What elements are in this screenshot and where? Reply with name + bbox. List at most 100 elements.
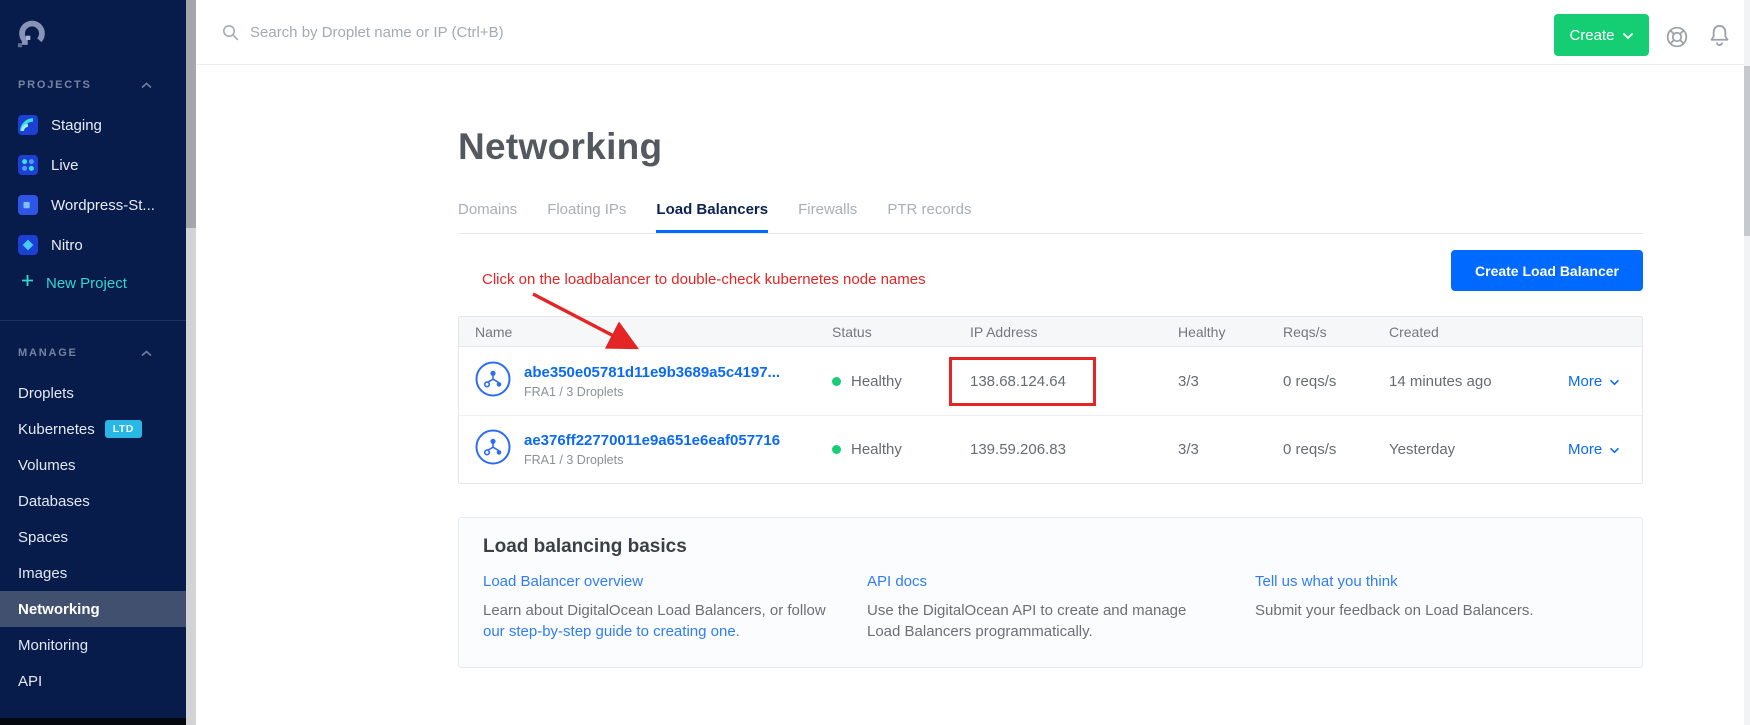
more-menu-button[interactable]: More bbox=[1568, 441, 1642, 458]
sidebar-item-label: API bbox=[18, 673, 42, 690]
create-button-label: Create bbox=[1569, 27, 1614, 44]
status-dot bbox=[832, 377, 841, 386]
status-label: Healthy bbox=[851, 373, 902, 390]
sidebar-item-volumes[interactable]: Volumes bbox=[0, 447, 186, 483]
chevron-up-icon bbox=[141, 76, 152, 94]
load-balancer-sublabel: FRA1 / 3 Droplets bbox=[524, 385, 780, 399]
tab-domains[interactable]: Domains bbox=[458, 201, 517, 233]
table-row[interactable]: abe350e05781d11e9b3689a5c4197... FRA1 / … bbox=[459, 347, 1642, 415]
sidebar-item-images[interactable]: Images bbox=[0, 555, 186, 591]
main-content: Networking Domains Floating IPs Load Bal… bbox=[196, 65, 1744, 725]
basics-title: Load balancing basics bbox=[459, 518, 1642, 558]
projects-header-label: PROJECTS bbox=[18, 79, 92, 91]
sidebar: PROJECTS Staging Live bbox=[0, 0, 186, 725]
api-docs-link[interactable]: API docs bbox=[867, 573, 927, 590]
basics-column-api: API docs Use the DigitalOcean API to cre… bbox=[867, 573, 1255, 642]
basics-text: Learn about DigitalOcean Load Balancers,… bbox=[483, 602, 826, 619]
load-balancer-sublabel: FRA1 / 3 Droplets bbox=[524, 453, 780, 467]
sidebar-item-kubernetes[interactable]: Kubernetes LTD bbox=[0, 411, 186, 447]
search-icon bbox=[222, 24, 239, 46]
chevron-up-icon bbox=[141, 344, 152, 362]
page-scrollbar bbox=[1744, 0, 1750, 725]
page-title: Networking bbox=[458, 126, 662, 168]
step-by-step-guide-link[interactable]: our step-by-step guide to creating one. bbox=[483, 623, 740, 640]
sidebar-item-droplets[interactable]: Droplets bbox=[0, 375, 186, 411]
more-label: More bbox=[1568, 373, 1602, 390]
new-project-button[interactable]: New Project bbox=[0, 263, 186, 303]
staging-project-icon bbox=[18, 115, 38, 135]
annotation-text: Click on the loadbalancer to double-chec… bbox=[482, 271, 926, 288]
projects-list: Staging Live Wordpress-St... Nitro bbox=[0, 105, 186, 265]
help-icon[interactable] bbox=[1664, 24, 1690, 55]
sidebar-item-spaces[interactable]: Spaces bbox=[0, 519, 186, 555]
feedback-link[interactable]: Tell us what you think bbox=[1255, 573, 1398, 590]
page-scrollbar-thumb[interactable] bbox=[1744, 66, 1750, 236]
tab-load-balancers[interactable]: Load Balancers bbox=[656, 201, 768, 233]
healthy-count: 3/3 bbox=[1178, 373, 1283, 390]
create-load-balancer-button[interactable]: Create Load Balancer bbox=[1451, 250, 1643, 291]
tab-ptr-records[interactable]: PTR records bbox=[887, 201, 971, 233]
tab-firewalls[interactable]: Firewalls bbox=[798, 201, 857, 233]
sidebar-item-label: Nitro bbox=[51, 237, 83, 254]
more-label: More bbox=[1568, 441, 1602, 458]
sidebar-item-wordpress[interactable]: Wordpress-St... bbox=[0, 185, 186, 225]
sidebar-item-label: Live bbox=[51, 157, 79, 174]
basics-text: Submit your feedback on Load Balancers. bbox=[1255, 600, 1605, 621]
column-header-ip: IP Address bbox=[970, 324, 1178, 340]
digitalocean-logo-icon[interactable] bbox=[16, 18, 48, 50]
sidebar-item-staging[interactable]: Staging bbox=[0, 105, 186, 145]
notifications-bell-icon[interactable] bbox=[1706, 22, 1733, 54]
created-time: Yesterday bbox=[1389, 441, 1568, 458]
sidebar-divider bbox=[0, 320, 186, 321]
sidebar-scrollbar bbox=[186, 0, 196, 725]
sidebar-item-databases[interactable]: Databases bbox=[0, 483, 186, 519]
sidebar-item-api[interactable]: API bbox=[0, 663, 186, 699]
sidebar-item-label: Databases bbox=[18, 493, 90, 510]
load-balancer-icon bbox=[475, 429, 511, 470]
basics-column-feedback: Tell us what you think Submit your feedb… bbox=[1255, 573, 1618, 642]
ltd-badge: LTD bbox=[105, 420, 142, 438]
sidebar-item-live[interactable]: Live bbox=[0, 145, 186, 185]
sidebar-scrollbar-thumb[interactable] bbox=[186, 0, 196, 228]
chevron-down-icon bbox=[1609, 441, 1620, 458]
sidebar-item-label: Spaces bbox=[18, 529, 68, 546]
sidebar-item-label: Volumes bbox=[18, 457, 76, 474]
load-balancer-name-link[interactable]: abe350e05781d11e9b3689a5c4197... bbox=[524, 364, 780, 381]
column-header-status: Status bbox=[832, 324, 970, 340]
plus-icon bbox=[21, 274, 34, 292]
chevron-down-icon bbox=[1622, 27, 1634, 44]
sidebar-item-monitoring[interactable]: Monitoring bbox=[0, 627, 186, 663]
basics-column-overview: Load Balancer overview Learn about Digit… bbox=[483, 573, 867, 642]
live-project-icon bbox=[18, 155, 38, 175]
requests-per-second: 0 reqs/s bbox=[1283, 441, 1389, 458]
sidebar-item-label: Monitoring bbox=[18, 637, 88, 654]
search-input[interactable] bbox=[248, 16, 888, 48]
load-balancer-icon bbox=[475, 361, 511, 402]
sidebar-item-label: Kubernetes bbox=[18, 421, 95, 438]
tab-floating-ips[interactable]: Floating IPs bbox=[547, 201, 626, 233]
sidebar-bottom-strip bbox=[0, 718, 186, 725]
manage-section-header[interactable]: MANAGE bbox=[0, 344, 186, 362]
digitalocean-app: PROJECTS Staging Live bbox=[0, 0, 1750, 725]
wordpress-project-icon bbox=[18, 195, 38, 215]
create-button[interactable]: Create bbox=[1554, 14, 1649, 56]
column-header-reqs: Reqs/s bbox=[1283, 324, 1389, 340]
healthy-count: 3/3 bbox=[1178, 441, 1283, 458]
sidebar-item-label: Wordpress-St... bbox=[51, 197, 155, 214]
sidebar-item-networking[interactable]: Networking bbox=[0, 591, 186, 627]
topbar: Create bbox=[196, 0, 1744, 65]
load-balancer-name-link[interactable]: ae376ff22770011e9a651e6eaf057716 bbox=[524, 432, 780, 449]
status-dot bbox=[832, 445, 841, 454]
load-balancer-overview-link[interactable]: Load Balancer overview bbox=[483, 573, 643, 590]
sidebar-item-nitro[interactable]: Nitro bbox=[0, 225, 186, 265]
basics-text: Use the DigitalOcean API to create and m… bbox=[867, 600, 1217, 642]
column-header-name: Name bbox=[475, 324, 832, 340]
more-menu-button[interactable]: More bbox=[1568, 373, 1642, 390]
load-balancer-table: Name Status IP Address Healthy Reqs/s Cr… bbox=[458, 316, 1643, 484]
table-row[interactable]: ae376ff22770011e9a651e6eaf057716 FRA1 / … bbox=[459, 415, 1642, 483]
projects-section-header[interactable]: PROJECTS bbox=[0, 76, 186, 94]
sidebar-item-label: Images bbox=[18, 565, 67, 582]
sidebar-item-label: Droplets bbox=[18, 385, 74, 402]
ip-address: 139.59.206.83 bbox=[970, 441, 1178, 458]
tab-bar: Domains Floating IPs Load Balancers Fire… bbox=[458, 201, 1643, 234]
